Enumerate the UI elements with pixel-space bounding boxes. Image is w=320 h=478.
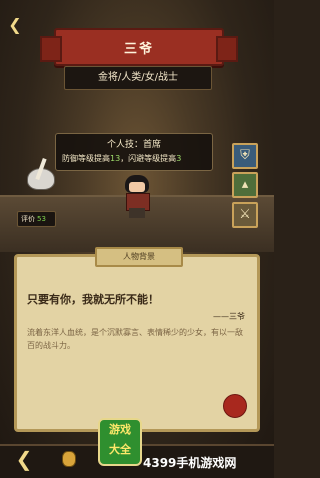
character-class-label: 金将/人类/女/战士	[64, 66, 212, 90]
skill-title: 个人技：首席	[106, 140, 161, 150]
character-legs	[129, 208, 145, 218]
skill-desc-middle: ，闪避等级提高	[120, 154, 177, 163]
background-panel: 人物背景 只要有你，我就无所不能！ ——三爷 流着东洋人血统，是个沉默寡言、表情…	[14, 247, 260, 432]
rating-label: 评价	[21, 215, 35, 223]
quote-signature: ——三爷	[213, 312, 245, 321]
watermark-logo-line1: 游戏	[109, 423, 131, 436]
skill-description: 防御等级提高13，闪避等级提高3	[62, 153, 208, 164]
skill-desc-prefix: 防御等级提高	[62, 154, 110, 163]
skill-tooltip: 个人技：首席 防御等级提高13，闪避等级提高3	[55, 133, 213, 171]
panel-tab: 人物背景	[95, 247, 183, 267]
character-quote: 只要有你，我就无所不能！	[27, 293, 159, 306]
watermark-logo-line2: 大全	[109, 443, 131, 456]
defense-value: 13	[110, 154, 121, 163]
name-banner: 三爷	[40, 28, 238, 66]
wax-seal-icon	[223, 394, 247, 418]
dodge-value: 3	[176, 154, 182, 163]
watermark-site: 4399手机游戏网	[143, 456, 237, 470]
character-description: 流着东洋人血统，是个沉默寡言、表情稀少的少女，有以一敌百的战斗力。	[27, 328, 243, 350]
character-face	[129, 182, 145, 192]
character-sprite	[117, 175, 157, 219]
coin-icon	[62, 451, 76, 467]
back-arrow-icon[interactable]: ❮	[4, 446, 44, 472]
rating-badge: 评价 53	[17, 211, 56, 227]
back-arrow-icon[interactable]: ❮	[6, 16, 24, 34]
ink-quill-icon[interactable]	[25, 157, 55, 190]
shield-icon[interactable]: ⛨	[232, 143, 258, 169]
watermark-logo: 游戏 大全	[98, 418, 142, 466]
armor-icon[interactable]: ▴	[232, 172, 258, 198]
crossed-swords-icon[interactable]: ⚔	[232, 202, 258, 228]
character-name: 三爷	[123, 41, 154, 57]
rating-value: 53	[37, 215, 46, 223]
